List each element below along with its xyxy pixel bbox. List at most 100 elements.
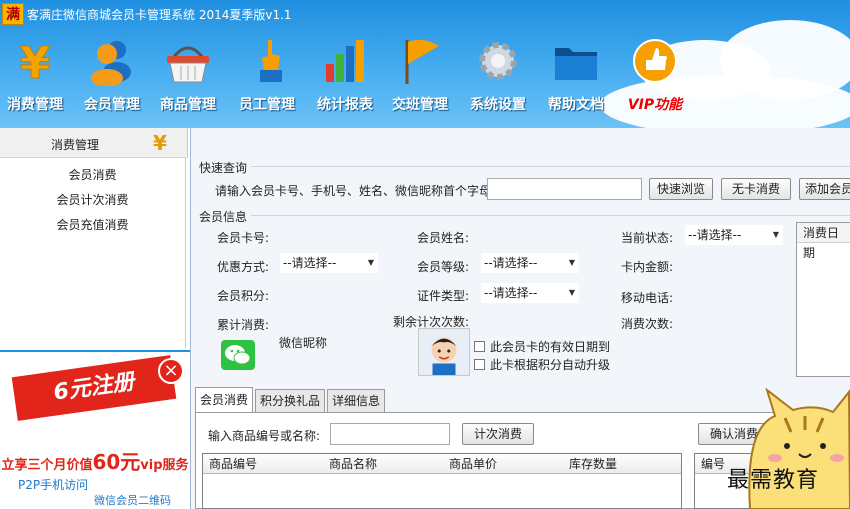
toolbar-staff-button[interactable]: 员工管理 [227, 32, 307, 122]
toolbar-label: 统计报表 [317, 97, 373, 113]
product-table-header: 商品编号 商品名称 商品单价 库存数量 [203, 454, 681, 474]
count-consume-button[interactable]: 计次消费 [462, 423, 534, 445]
id-type-label: 证件类型: [417, 289, 470, 303]
watermark: 最需教育 [727, 468, 820, 493]
checkbox-box [474, 341, 485, 352]
wechat-nickname-label: 微信昵称 [279, 336, 328, 350]
top-banner: 满 客满庄微信商城会员卡管理系统 2014夏季版v1.1 ¥ 消费管理 会员管理… [0, 0, 850, 128]
product-input-label: 输入商品编号或名称: [208, 429, 321, 443]
consume-date-list[interactable]: 消费日期 [796, 222, 850, 377]
wechat-icon [221, 340, 255, 370]
ad-promo-suffix: vip服务 [140, 458, 189, 473]
auto-upgrade-checkbox[interactable]: 此卡根据积分自动升级 [474, 356, 610, 373]
toolbar-label: 系统设置 [470, 97, 526, 113]
gear-icon [479, 42, 517, 80]
close-icon[interactable]: × [158, 358, 184, 384]
left-panel: 消费管理 ¥ 会员消费 会员计次消费 会员充值消费 6元注册 × 立享三个月价值… [0, 128, 190, 509]
member-name-label: 会员姓名: [417, 231, 470, 245]
sidebar-item-recharge-consume[interactable]: 会员充值消费 [0, 213, 185, 238]
toolbar-shift-button[interactable]: 交班管理 [380, 32, 460, 122]
consume-date-column: 消费日期 [797, 223, 850, 260]
svg-text:¥: ¥ [20, 38, 51, 86]
sidebar-header: 消费管理 ¥ [0, 128, 188, 158]
level-select-value: --请选择-- [484, 256, 538, 270]
ad-banner: 6元注册 [11, 355, 177, 421]
bar-chart-icon [326, 40, 364, 82]
toolbar-consume-button[interactable]: ¥ 消费管理 [0, 32, 75, 122]
column-header: 商品编号 [209, 457, 258, 471]
chevron-down-icon: ▼ [568, 288, 575, 297]
quick-query-input[interactable] [487, 178, 642, 200]
toolbar-label: 商品管理 [160, 97, 216, 113]
level-label: 会员等级: [417, 260, 470, 274]
tab-details[interactable]: 详细信息 [327, 389, 386, 413]
column-header: 商品名称 [329, 457, 378, 471]
expiry-checkbox-label: 此会员卡的有效日期到 [490, 340, 611, 354]
product-table[interactable]: 商品编号 商品名称 商品单价 库存数量 [202, 453, 682, 509]
wechat-qr-link[interactable]: 微信会员二维码 [94, 492, 171, 508]
promo-ad[interactable]: 6元注册 × 立享三个月价值60元vip服务 P2P手机访问 微信会员二维码 [0, 350, 190, 509]
column-header: 库存数量 [569, 457, 618, 471]
app-logo: 满 [2, 3, 24, 25]
toolbar-products-button[interactable]: 商品管理 [148, 32, 228, 122]
toolbar-label: 员工管理 [239, 97, 295, 113]
toolbar-label: 会员管理 [84, 97, 140, 113]
discount-select[interactable]: --请选择-- ▼ [280, 253, 378, 273]
tab-points-gift[interactable]: 积分换礼品 [255, 389, 326, 413]
p2p-mobile-link[interactable]: P2P手机访问 [18, 476, 88, 493]
auto-upgrade-checkbox-label: 此卡根据积分自动升级 [490, 358, 611, 372]
consume-count-label: 消费次数: [621, 317, 674, 331]
chevron-down-icon: ▼ [367, 258, 374, 267]
quick-query-legend: 快速查询 [199, 161, 248, 175]
status-label: 当前状态: [621, 231, 674, 245]
toolbar-vip-button[interactable]: VIP功能 [615, 32, 695, 122]
thumbs-up-icon [633, 39, 677, 83]
no-card-consume-button[interactable]: 无卡消费 [721, 178, 791, 200]
basket-icon [167, 46, 209, 83]
toolbar-label: 帮助文档 [548, 97, 604, 113]
id-type-select-value: --请选择-- [484, 286, 538, 300]
divider [251, 166, 850, 167]
toolbar-reports-button[interactable]: 统计报表 [305, 32, 385, 122]
mobile-label: 移动电话: [621, 291, 674, 305]
id-type-select[interactable]: --请选择-- ▼ [481, 283, 579, 303]
sidebar-item-count-consume[interactable]: 会员计次消费 [0, 188, 185, 213]
flag-icon [405, 39, 439, 84]
toolbar-help-button[interactable]: 帮助文档 [536, 32, 616, 122]
column-header: 商品单价 [449, 457, 498, 471]
ad-promo-prefix: 立享三个月价值 [1, 458, 93, 473]
title-bar: 满 客满庄微信商城会员卡管理系统 2014夏季版v1.1 [0, 0, 292, 28]
app-title: 客满庄微信商城会员卡管理系统 2014夏季版v1.1 [27, 7, 292, 22]
divider [251, 215, 850, 216]
ad-promo-price: 60元 [92, 450, 141, 474]
yen-icon: ¥ [153, 131, 167, 155]
balance-label: 卡内金额: [621, 260, 674, 274]
toolbar-label: 交班管理 [392, 97, 448, 113]
members-icon [91, 41, 131, 86]
member-info-legend: 会员信息 [199, 210, 248, 224]
toolbar-label: VIP功能 [627, 97, 683, 113]
add-member-button[interactable]: 添加会员 [799, 178, 850, 200]
toolbar-members-button[interactable]: 会员管理 [72, 32, 152, 122]
folder-icon [555, 48, 597, 80]
sidebar-header-title: 消费管理 [50, 138, 99, 152]
expiry-checkbox[interactable]: 此会员卡的有效日期到 [474, 338, 610, 355]
status-select[interactable]: --请选择-- ▼ [685, 225, 783, 245]
member-avatar [418, 328, 470, 376]
card-no-label: 会员卡号: [217, 231, 270, 245]
quick-browse-button[interactable]: 快速浏览 [649, 178, 713, 200]
total-consume-label: 累计消费: [217, 318, 270, 332]
sidebar-item-member-consume[interactable]: 会员消费 [0, 163, 185, 188]
tab-member-consume[interactable]: 会员消费 [195, 387, 254, 413]
toolbar-settings-button[interactable]: 系统设置 [458, 32, 538, 122]
discount-label: 优惠方式: [217, 260, 270, 274]
level-select[interactable]: --请选择-- ▼ [481, 253, 579, 273]
checkbox-box [474, 359, 485, 370]
tab-strip: 会员消费 积分换礼品 详细信息 [195, 387, 387, 413]
quick-query-prompt: 请输入会员卡号、手机号、姓名、微信昵称首个字母 [215, 184, 492, 198]
toolbar-label: 消费管理 [7, 97, 63, 113]
chevron-down-icon: ▼ [568, 258, 575, 267]
product-input[interactable] [330, 423, 450, 445]
discount-select-value: --请选择-- [283, 256, 337, 270]
yen-icon: ¥ [19, 38, 51, 87]
